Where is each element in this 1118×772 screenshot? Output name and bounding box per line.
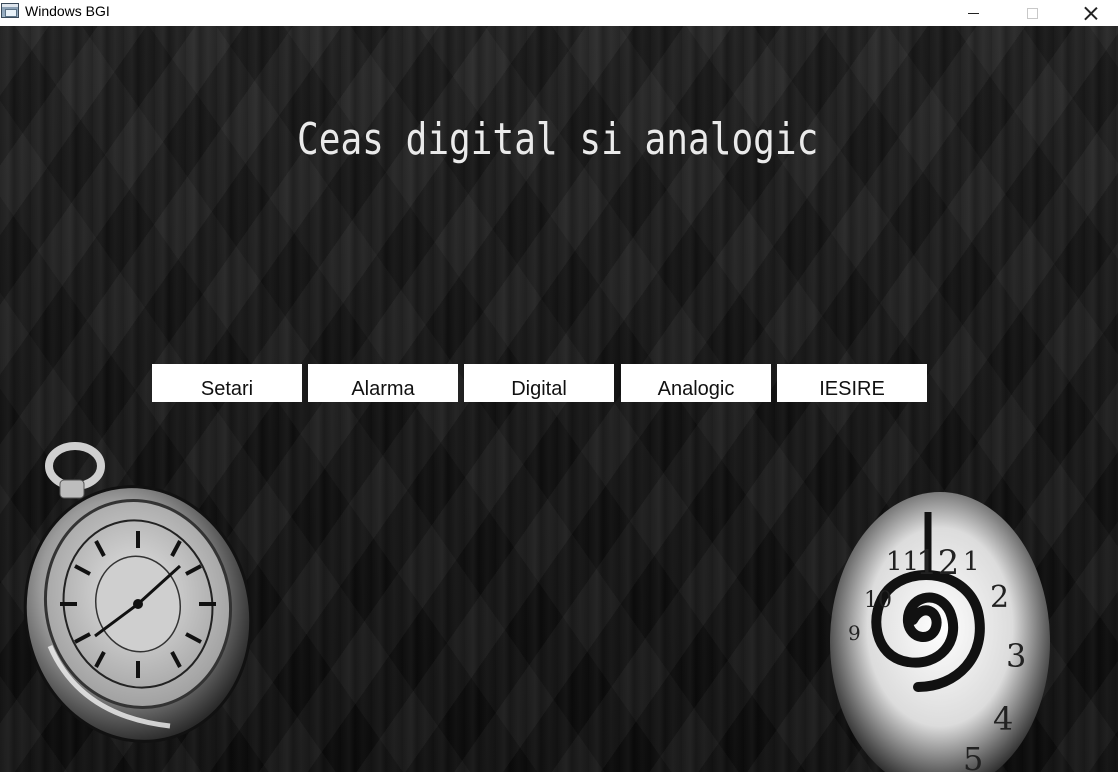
analogic-button[interactable]: Analogic — [621, 364, 771, 402]
digital-button[interactable]: Digital — [464, 364, 614, 402]
maximize-icon — [1026, 7, 1038, 19]
alarma-button[interactable]: Alarma — [308, 364, 458, 402]
spiral-clock-icon: 12 11 1 2 3 4 5 10 9 — [830, 492, 1050, 772]
svg-text:11: 11 — [886, 547, 919, 577]
bgi-canvas: Ceas digital si analogic Setari Alarma D… — [0, 26, 1118, 772]
app-window-icon — [1, 3, 19, 18]
svg-text:12: 12 — [916, 543, 959, 583]
svg-text:2: 2 — [990, 580, 1009, 615]
pocket-watch-icon — [23, 442, 253, 743]
svg-text:3: 3 — [1006, 637, 1026, 675]
close-icon — [1084, 6, 1098, 20]
svg-text:5: 5 — [963, 740, 983, 772]
minimize-button[interactable] — [950, 0, 996, 26]
page-title: Ceas digital si analogic — [297, 114, 819, 165]
iesire-button[interactable]: IESIRE — [777, 364, 927, 402]
svg-text:9: 9 — [848, 621, 861, 645]
setari-button[interactable]: Setari — [152, 364, 302, 402]
svg-text:4: 4 — [993, 700, 1013, 738]
svg-text:10: 10 — [864, 588, 892, 613]
svg-text:1: 1 — [963, 547, 980, 577]
window-title: Windows BGI — [25, 3, 110, 19]
close-button[interactable] — [1068, 0, 1114, 26]
window-titlebar[interactable]: Windows BGI — [0, 0, 1118, 26]
maximize-button[interactable] — [1009, 0, 1055, 26]
minimize-icon — [967, 12, 979, 14]
